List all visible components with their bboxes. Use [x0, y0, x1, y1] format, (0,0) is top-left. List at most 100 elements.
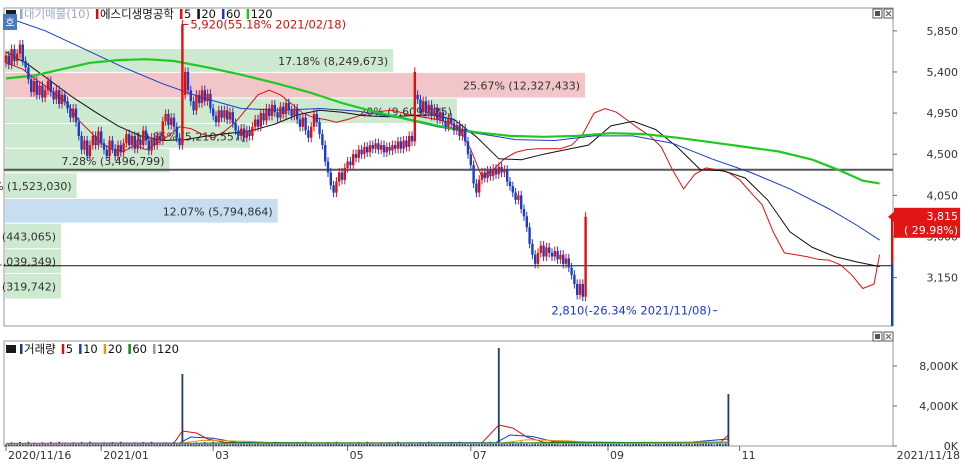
candle-body [116, 145, 120, 157]
candle-body [91, 135, 94, 146]
volume-profile-label: 17.18% (8,249,673) [278, 55, 388, 68]
candle-body [184, 71, 187, 95]
candle-body [102, 143, 106, 150]
candle-body [489, 170, 492, 177]
volume-bar [713, 444, 716, 446]
volume-bar [405, 444, 408, 446]
candle-body [441, 112, 444, 122]
legend-swatch [246, 9, 250, 19]
candle-body [265, 108, 268, 121]
candle-body [343, 167, 346, 180]
candle-body [478, 179, 481, 193]
candle-body [562, 254, 565, 264]
candle-body [385, 146, 388, 153]
candle-body [469, 154, 472, 166]
volume-bar [559, 444, 562, 446]
candle-body [576, 283, 579, 295]
candle-body [559, 254, 562, 260]
candle-body [503, 169, 506, 173]
candle-body [175, 126, 178, 138]
volume-bar [66, 444, 69, 446]
volume-legend-swatch [128, 344, 131, 354]
x-tick-label: 2021/01 [103, 449, 149, 462]
candle-body [550, 252, 554, 257]
candle-body [122, 143, 125, 153]
volume-frame [3, 340, 894, 447]
volume-legend-swatch [20, 344, 23, 354]
volume-bar [159, 444, 161, 446]
volume-bar [598, 444, 601, 446]
candle-body [119, 145, 122, 153]
y-tick-label: 4,950 [927, 107, 959, 120]
volume-bar [615, 443, 618, 446]
candle-body [402, 140, 405, 149]
volume-bar [646, 443, 649, 446]
candle-body [234, 123, 237, 131]
candle-body [497, 167, 500, 175]
candle-body [125, 134, 128, 144]
candle-body [548, 247, 551, 253]
candle-body [290, 110, 293, 116]
legend-label: 120 [251, 7, 273, 21]
volume-bar [576, 443, 579, 446]
candle-body [528, 227, 531, 244]
candle-body [27, 67, 30, 80]
x-tick-label: 03 [215, 449, 229, 462]
x-tick-label: 2021/11/18 [897, 449, 960, 462]
candle-body [35, 81, 38, 95]
volume-profile-label: 0.92% (443,065) [0, 230, 56, 243]
volume-bar [483, 443, 486, 446]
volume-profile-label: 2.16% (1,039,349) [0, 256, 56, 269]
candle-body [475, 183, 478, 193]
candle-body [214, 115, 218, 123]
candle-body [310, 126, 313, 138]
candle-body [408, 135, 411, 147]
candle-body [46, 81, 50, 91]
candle-body [564, 258, 568, 264]
candle-body [133, 135, 136, 149]
candle-body [534, 254, 537, 264]
candle-body [178, 137, 181, 146]
volume-bar [220, 444, 223, 446]
volume-legend-swatch [103, 344, 107, 354]
candle-body [287, 103, 290, 111]
candle-body [262, 113, 265, 121]
last-price-change: ( 29.98%) [904, 224, 958, 237]
volume-bar [444, 444, 447, 446]
volume-bar [677, 443, 679, 446]
candle-body [539, 245, 542, 253]
x-tick-label: 2020/11/16 [8, 449, 71, 462]
candle-body [312, 114, 316, 127]
candle-body [553, 251, 556, 257]
legend-label: 대기매물(10) [24, 7, 90, 21]
volume-bar [721, 444, 724, 446]
axis-volume-marker [891, 263, 894, 326]
volume-bar [668, 443, 671, 446]
x-tick-label: 09 [610, 449, 624, 462]
volume-profile-label: 7.28% (3,496,799) [61, 155, 164, 168]
candle-body [335, 181, 338, 193]
candle-body [360, 149, 363, 155]
y-tick-label: 4,500 [927, 148, 959, 161]
candle-body [438, 112, 442, 120]
volume-bar [707, 443, 710, 446]
volume-profile-label: 0.67% (319,742) [0, 281, 56, 294]
volume-panel-collapse-icon[interactable] [6, 345, 16, 353]
volume-bar [189, 444, 192, 446]
volume-legend-label: 5 [66, 342, 73, 356]
candle-body [212, 108, 215, 116]
candle-body [293, 108, 296, 116]
candle-body [486, 170, 489, 178]
candle-body [242, 128, 246, 138]
candle-body [573, 274, 576, 284]
candle-body [200, 90, 204, 104]
volume-legend-label: 20 [108, 342, 123, 356]
volume-bar [352, 444, 355, 446]
candle-body [394, 145, 397, 149]
candle-body [30, 79, 33, 93]
volume-legend-label: 120 [157, 342, 179, 356]
candle-body [436, 108, 439, 120]
candle-body [388, 146, 391, 151]
candle-body [206, 93, 209, 102]
candle-body [181, 24, 184, 146]
